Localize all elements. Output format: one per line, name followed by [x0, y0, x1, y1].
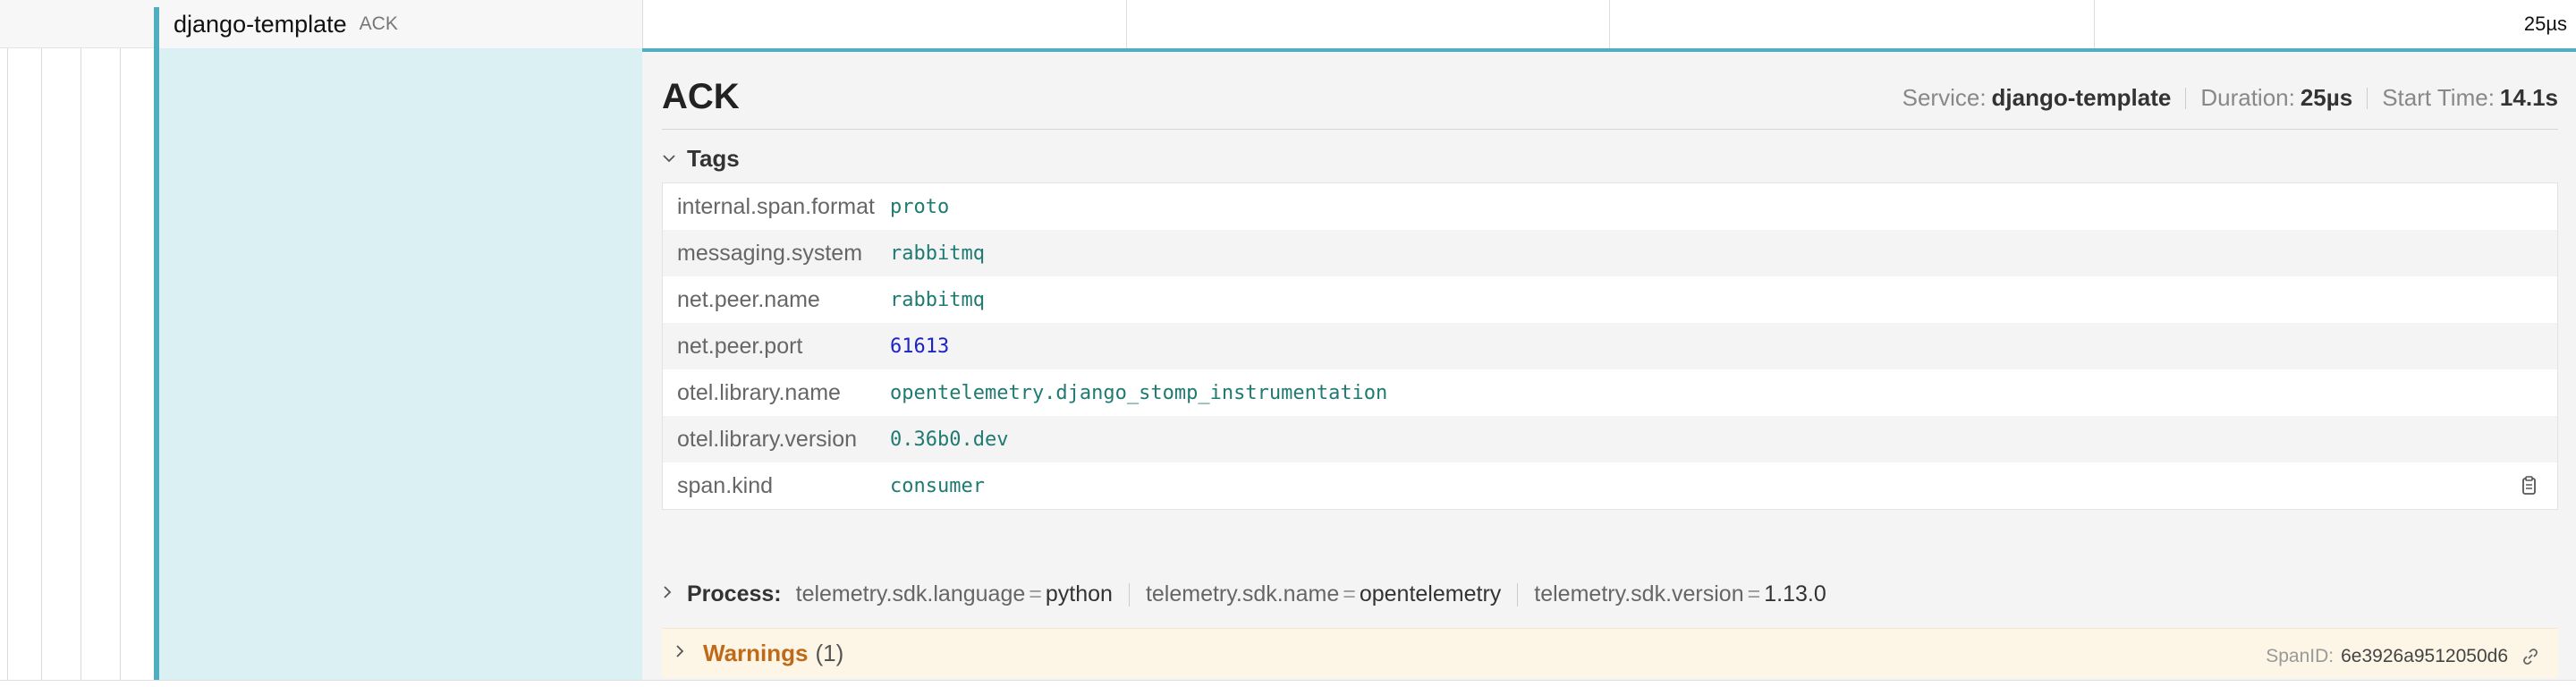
indent-guide [7, 0, 8, 687]
meta-start-time-value: 14.1s [2499, 84, 2558, 111]
meta-duration-value: 25µs [2300, 84, 2353, 111]
copy-icon[interactable] [2520, 475, 2538, 496]
tag-key: otel.library.name [677, 379, 841, 405]
tag-value: rabbitmq [890, 288, 985, 311]
process-value: opentelemetry [1359, 581, 1502, 606]
table-row[interactable]: messaging.system rabbitmq [663, 230, 2557, 276]
tag-value: 0.36b0.dev [890, 428, 1009, 451]
meta-duration-label: Duration: [2200, 84, 2295, 111]
tag-key: messaging.system [677, 240, 863, 266]
process-label: Process: [687, 581, 782, 606]
span-id-value: 6e3926a9512050d6 [2341, 646, 2508, 666]
timeline-tick [2094, 0, 2095, 48]
span-name-cell[interactable]: django-template ACK [154, 0, 642, 48]
span-service-name: django-template [174, 10, 347, 38]
tag-value: consumer [890, 474, 985, 497]
next-row [0, 680, 2576, 687]
table-row[interactable]: otel.library.version 0.36b0.dev [663, 416, 2557, 462]
tag-value: opentelemetry.django_stomp_instrumentati… [890, 381, 1388, 404]
tags-toggle[interactable]: Tags [662, 145, 740, 173]
tag-key: net.peer.name [677, 286, 820, 312]
span-operation-name: ACK [359, 13, 398, 34]
chevron-right-icon [662, 584, 687, 605]
link-icon[interactable] [2521, 647, 2540, 666]
process-item: telemetry.sdk.version = 1.13.0 [1534, 581, 1826, 606]
warnings-count: (1) [815, 640, 844, 666]
span-id-label: SpanID: [2266, 646, 2334, 666]
tags-label: Tags [687, 145, 740, 172]
service-color-bar [154, 7, 159, 680]
table-row[interactable]: span.kind consumer [663, 462, 2557, 509]
process-value: 1.13.0 [1764, 581, 1826, 606]
table-row[interactable]: net.peer.name rabbitmq [663, 276, 2557, 323]
chevron-right-icon [674, 643, 699, 664]
span-detail-gutter [159, 48, 642, 680]
tag-value: 61613 [890, 335, 950, 358]
warnings-label: Warnings [703, 640, 809, 666]
table-row[interactable]: otel.library.name opentelemetry.django_s… [663, 369, 2557, 416]
span-row[interactable]: django-template ACK 25µs [0, 0, 2576, 48]
tag-key: otel.library.version [677, 426, 858, 452]
tag-key: net.peer.port [677, 333, 803, 359]
process-toggle[interactable]: Process: telemetry.sdk.language = python t… [662, 581, 1826, 607]
process-item: telemetry.sdk.name = opentelemetry [1145, 581, 1502, 606]
indent-guide [41, 0, 42, 687]
meta-service-value: django-template [1991, 84, 2172, 111]
timeline-tick [1126, 0, 1127, 48]
timeline-tick [1609, 0, 1610, 48]
tags-table: internal.span.format proto messaging.sys… [662, 182, 2558, 510]
span-detail-meta: Service: django-template Duration: 25µs … [1902, 84, 2558, 112]
span-detail-title: ACK [662, 77, 740, 116]
span-duration: 25µs [2523, 13, 2567, 35]
meta-service-label: Service: [1902, 84, 1987, 111]
tag-value: proto [890, 195, 950, 218]
tag-key: internal.span.format [677, 193, 875, 219]
process-key: telemetry.sdk.language [795, 581, 1026, 606]
process-item: telemetry.sdk.language = python [795, 581, 1113, 606]
table-row[interactable]: net.peer.port 61613 [663, 323, 2557, 369]
divider [662, 129, 2558, 130]
span-detail-panel: ACK Service: django-template Duration: 2… [642, 48, 2576, 680]
meta-start-time-label: Start Time: [2382, 84, 2495, 111]
table-row[interactable]: internal.span.format proto [663, 183, 2557, 230]
tag-key: span.kind [677, 472, 774, 498]
indent-guide [80, 0, 81, 687]
indent-guide [120, 0, 121, 687]
process-key: telemetry.sdk.version [1534, 581, 1744, 606]
span-timeline[interactable]: 25µs [642, 0, 2576, 48]
process-value: python [1045, 581, 1113, 606]
span-id: SpanID: 6e3926a9512050d6 [2266, 646, 2540, 667]
tag-value: rabbitmq [890, 242, 985, 265]
chevron-down-icon [662, 148, 687, 169]
process-key: telemetry.sdk.name [1145, 581, 1340, 606]
